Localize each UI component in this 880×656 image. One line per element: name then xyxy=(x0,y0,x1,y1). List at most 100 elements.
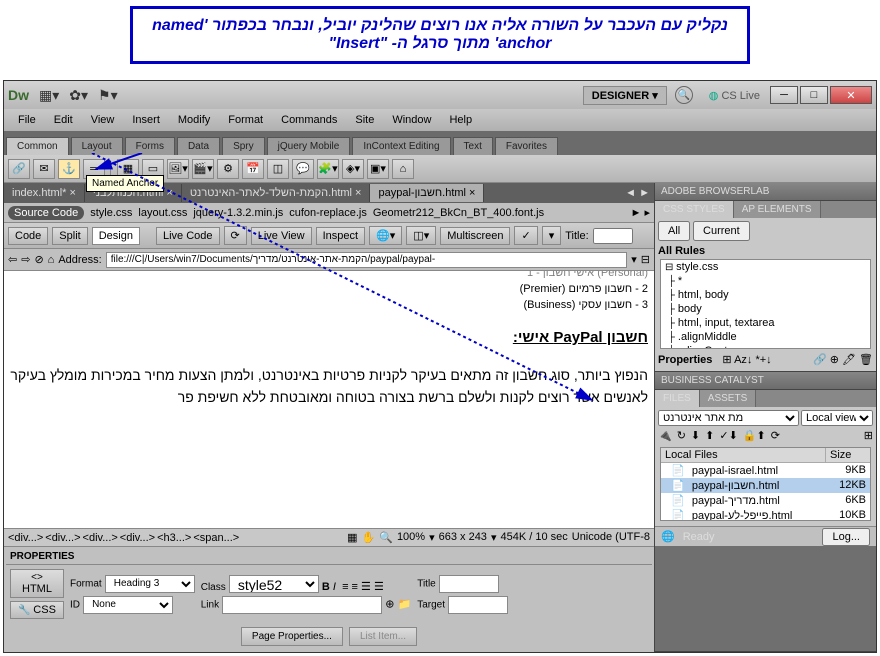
connect-icon[interactable]: 🔌 xyxy=(658,429,672,442)
menu-modify[interactable]: Modify xyxy=(170,112,218,128)
html-props-button[interactable]: <> HTML xyxy=(10,569,64,598)
home-icon[interactable]: ⌂ xyxy=(48,254,55,266)
tag-crumb[interactable]: <h3...> xyxy=(157,532,191,544)
related-file[interactable]: style.css xyxy=(90,207,132,219)
link-input[interactable] xyxy=(222,596,382,614)
col-name[interactable]: Local Files xyxy=(661,448,826,462)
class-select[interactable]: style52 xyxy=(229,575,319,593)
expand-icon[interactable]: ⊞ xyxy=(864,429,873,442)
minimize-button[interactable]: ─ xyxy=(770,86,798,104)
tab-favorites[interactable]: Favorites xyxy=(495,137,558,155)
back-icon[interactable]: ⇦ xyxy=(8,253,17,266)
doc-tab-active[interactable]: paypal-חשבון.html × xyxy=(370,184,484,202)
panel-title[interactable]: BUSINESS CATALYST xyxy=(655,372,876,389)
templates-icon[interactable]: ▣▾ xyxy=(367,159,389,179)
layout-icon[interactable]: ▦▾ xyxy=(39,87,59,104)
media-icon[interactable]: 🎬▾ xyxy=(192,159,214,179)
close-icon[interactable]: × xyxy=(166,187,172,199)
hyperlink-icon[interactable]: 🔗 xyxy=(8,159,30,179)
rules-list[interactable]: ⊟ style.css ├ * ├ html, body ├ body ├ ht… xyxy=(660,259,871,349)
tab-text[interactable]: Text xyxy=(453,137,493,155)
current-button[interactable]: Current xyxy=(693,221,750,241)
target-input[interactable] xyxy=(448,596,508,614)
extend-icon[interactable]: ✿▾ xyxy=(69,87,88,104)
stop-icon[interactable]: ⊘ xyxy=(34,253,43,266)
title-input[interactable] xyxy=(593,228,633,244)
tab-common[interactable]: Common xyxy=(6,137,69,155)
list-item-button[interactable]: List Item... xyxy=(349,627,417,646)
site-select[interactable]: מת אתר אינטרנט xyxy=(658,410,799,426)
design-view-button[interactable]: Design xyxy=(92,227,140,245)
list-icons[interactable]: ≡ ≡ ☰ ☰ xyxy=(342,581,384,593)
zoom-value[interactable]: 100% xyxy=(397,531,425,544)
menu-help[interactable]: Help xyxy=(441,112,480,128)
cslive-button[interactable]: ◍ CS Live xyxy=(709,89,760,102)
tag-chooser-icon[interactable]: ⌂ xyxy=(392,159,414,179)
close-icon[interactable]: × xyxy=(469,187,475,199)
menu-insert[interactable]: Insert xyxy=(124,112,168,128)
put-icon[interactable]: ⬆ xyxy=(705,429,714,442)
browser-icon[interactable]: 🌐▾ xyxy=(369,226,402,245)
doc-tab[interactable]: הקמת-השלד-לאתר-האינטרנט.html × xyxy=(182,184,371,202)
email-link-icon[interactable]: ✉ xyxy=(33,159,55,179)
tab-layout[interactable]: Layout xyxy=(71,137,123,155)
sync-icon[interactable]: ⟳ xyxy=(771,429,780,442)
go-icon[interactable]: ▾ xyxy=(631,253,637,266)
refresh-icon[interactable]: ↻ xyxy=(677,429,686,442)
menu-view[interactable]: View xyxy=(83,112,123,128)
page-properties-button[interactable]: Page Properties... xyxy=(241,627,343,646)
tag-crumb[interactable]: <div...> xyxy=(8,532,43,544)
search-icon[interactable]: 🔍 xyxy=(675,86,693,104)
widget-icon[interactable]: ⚙ xyxy=(217,159,239,179)
related-file[interactable]: cufon-replace.js xyxy=(289,207,367,219)
check-icon[interactable]: ✓ xyxy=(514,226,537,245)
close-button[interactable]: ✕ xyxy=(830,86,872,104)
view-select[interactable]: Local view xyxy=(801,410,873,426)
checkout-icon[interactable]: ✓⬇ xyxy=(719,429,737,442)
get-icon[interactable]: ⬇ xyxy=(691,429,700,442)
css-props-button[interactable]: 🔧 CSS xyxy=(10,601,64,619)
menu-edit[interactable]: Edit xyxy=(46,112,81,128)
select-tool-icon[interactable]: ▦ xyxy=(347,531,357,544)
split-view-button[interactable]: Split xyxy=(52,227,87,245)
local-files-list[interactable]: Local FilesSize 📄 paypal-israel.html9KB … xyxy=(660,447,871,521)
menu-window[interactable]: Window xyxy=(384,112,439,128)
checkin-icon[interactable]: 🔒⬆ xyxy=(743,429,766,442)
address-input[interactable] xyxy=(106,252,628,268)
workspace-switcher[interactable]: DESIGNER ▾ xyxy=(583,86,667,105)
menu-file[interactable]: File xyxy=(10,112,44,128)
settings-icon[interactable]: ⊟ xyxy=(641,253,650,266)
title-input[interactable] xyxy=(439,575,499,593)
tab-jquery[interactable]: jQuery Mobile xyxy=(267,137,351,155)
source-code-button[interactable]: Source Code xyxy=(8,206,84,220)
format-select[interactable]: Heading 3 xyxy=(105,575,195,593)
doc-tab[interactable]: index.html* × xyxy=(4,184,85,202)
livecode-button[interactable]: Live Code xyxy=(156,227,220,245)
col-size[interactable]: Size xyxy=(826,448,870,462)
tag-crumb[interactable]: <span...> xyxy=(193,532,239,544)
code-view-button[interactable]: Code xyxy=(8,227,48,245)
workspace-icon[interactable]: ⚑▾ xyxy=(98,87,118,104)
related-file[interactable]: jquery-1.3.2.min.js xyxy=(193,207,283,219)
image-icon[interactable]: 🖼▾ xyxy=(167,159,189,179)
tag-crumb[interactable]: <div...> xyxy=(83,532,118,544)
menu-format[interactable]: Format xyxy=(220,112,271,128)
panel-title[interactable]: ADOBE BROWSERLAB xyxy=(655,183,876,200)
tab-forms[interactable]: Forms xyxy=(125,137,175,155)
named-anchor-icon[interactable]: ⚓ xyxy=(58,159,80,179)
fwd-icon[interactable]: ⇨ xyxy=(21,253,30,266)
ap-elements-tab[interactable]: AP ELEMENTS xyxy=(734,201,821,218)
menu-site[interactable]: Site xyxy=(347,112,382,128)
bold-icon[interactable]: B xyxy=(322,581,330,593)
hand-tool-icon[interactable]: ✋ xyxy=(362,531,376,544)
liveview-button[interactable]: Live View xyxy=(251,227,312,245)
comment-icon[interactable]: 💬 xyxy=(292,159,314,179)
all-button[interactable]: All xyxy=(658,221,690,241)
date-icon[interactable]: 📅 xyxy=(242,159,264,179)
italic-icon[interactable]: I xyxy=(333,581,336,593)
design-view[interactable]: (Personal) אישי חשבון - 1 2 - חשבון פרמי… xyxy=(4,271,654,528)
tag-crumb[interactable]: <div...> xyxy=(45,532,80,544)
close-icon[interactable]: × xyxy=(355,187,361,199)
files-tab[interactable]: FILES xyxy=(655,390,700,407)
menu-commands[interactable]: Commands xyxy=(273,112,345,128)
